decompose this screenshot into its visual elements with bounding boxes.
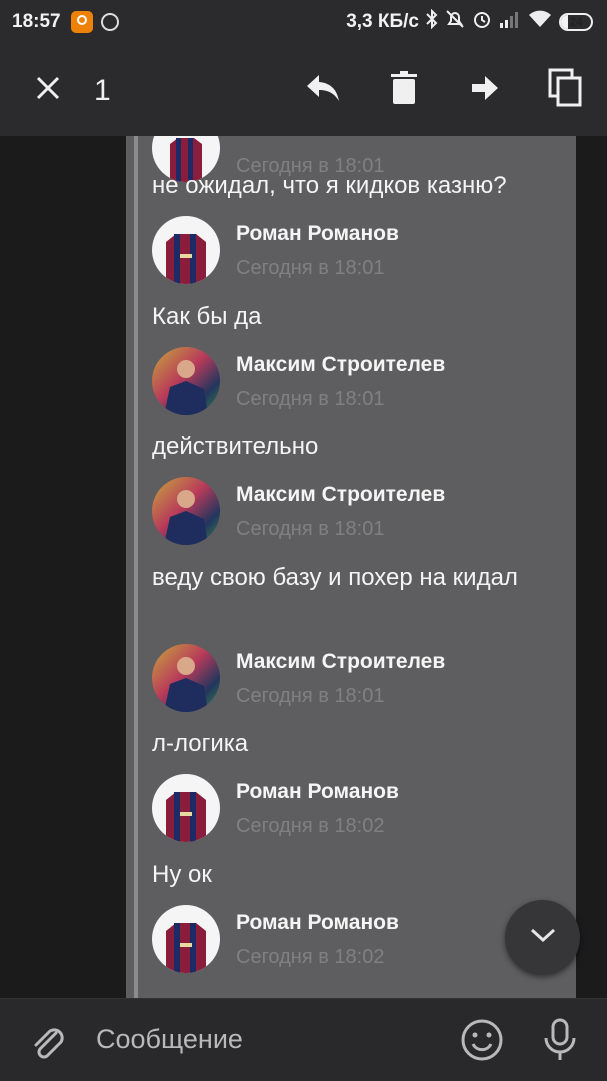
message-author-header: Роман Романов Сегодня в 18:01: [152, 216, 562, 286]
avatar[interactable]: [152, 774, 220, 842]
wifi-icon: [528, 10, 552, 34]
author-name[interactable]: Роман Романов: [236, 780, 399, 804]
message-composer: Сообщение: [0, 998, 607, 1081]
message-text: Как бы да: [152, 303, 262, 330]
author-name[interactable]: Максим Строителев: [236, 483, 445, 507]
author-name[interactable]: Роман Романов: [236, 222, 399, 246]
message-notification-icon: [100, 13, 119, 31]
message-timestamp: Сегодня в 18:01: [236, 257, 385, 279]
avatar[interactable]: [152, 477, 220, 545]
message-timestamp: Сегодня в 18:02: [236, 815, 385, 837]
avatar[interactable]: [152, 347, 220, 415]
message-input[interactable]: Сообщение: [96, 1024, 243, 1055]
status-time: 18:57: [12, 11, 61, 32]
ok-app-icon: [70, 11, 93, 33]
chat-background-left: [0, 136, 126, 998]
reply-icon[interactable]: [301, 66, 345, 110]
message-author-header: Роман Романов Сегодня в 18:02: [152, 774, 562, 844]
author-name[interactable]: Максим Строителев: [236, 650, 445, 674]
selected-count: 1: [94, 74, 111, 107]
message-text: Ну ок: [152, 861, 212, 888]
message-timestamp: Сегодня в 18:01: [236, 388, 385, 410]
copy-icon[interactable]: [544, 66, 588, 110]
message-text: не ожидал, что я кидков казню?: [152, 172, 507, 199]
attach-icon[interactable]: [28, 1019, 68, 1068]
message-text: л-логика: [152, 730, 249, 757]
message-timestamp: Сегодня в 18:01: [236, 685, 385, 707]
battery-indicator: 24: [559, 13, 593, 31]
forward-icon[interactable]: [463, 66, 507, 110]
message-timestamp: Сегодня в 18:01: [236, 518, 385, 540]
battery-level: 24: [569, 15, 583, 29]
mic-icon[interactable]: [541, 1018, 579, 1067]
chat-background-right: [576, 136, 607, 998]
network-speed: 3,3 КБ/с: [346, 11, 419, 32]
message-timestamp: Сегодня в 18:02: [236, 946, 385, 968]
selected-message[interactable]: Сегодня в 18:01 не ожидал, что я кидков …: [126, 136, 576, 998]
mute-bell-icon: [445, 9, 465, 35]
scroll-to-bottom-button[interactable]: [505, 900, 580, 975]
alarm-icon: [472, 9, 492, 35]
signal-icon: [499, 10, 521, 34]
status-bar: 18:57 3,3 КБ/с 24: [0, 0, 607, 44]
message-author-header: Роман Романов Сегодня в 18:02: [152, 905, 562, 975]
message-author-header: Максим Строителев Сегодня в 18:01: [152, 347, 562, 417]
emoji-icon[interactable]: [460, 1018, 504, 1067]
close-icon[interactable]: [30, 70, 66, 106]
message-text: действительно: [152, 433, 319, 460]
avatar[interactable]: [152, 905, 220, 973]
message-author-header: Максим Строителев Сегодня в 18:01: [152, 477, 562, 547]
author-name[interactable]: Максим Строителев: [236, 353, 445, 377]
quote-line: [134, 136, 138, 998]
chevron-down-icon: [528, 925, 558, 950]
message-text: веду свою базу и похер на кидал: [152, 564, 518, 591]
message-author-header: Максим Строителев Сегодня в 18:01: [152, 644, 562, 714]
author-name[interactable]: Роман Романов: [236, 911, 399, 935]
avatar[interactable]: [152, 216, 220, 284]
selection-toolbar: 1: [0, 44, 607, 136]
delete-icon[interactable]: [382, 66, 426, 110]
avatar[interactable]: [152, 644, 220, 712]
bluetooth-icon: [426, 8, 438, 35]
